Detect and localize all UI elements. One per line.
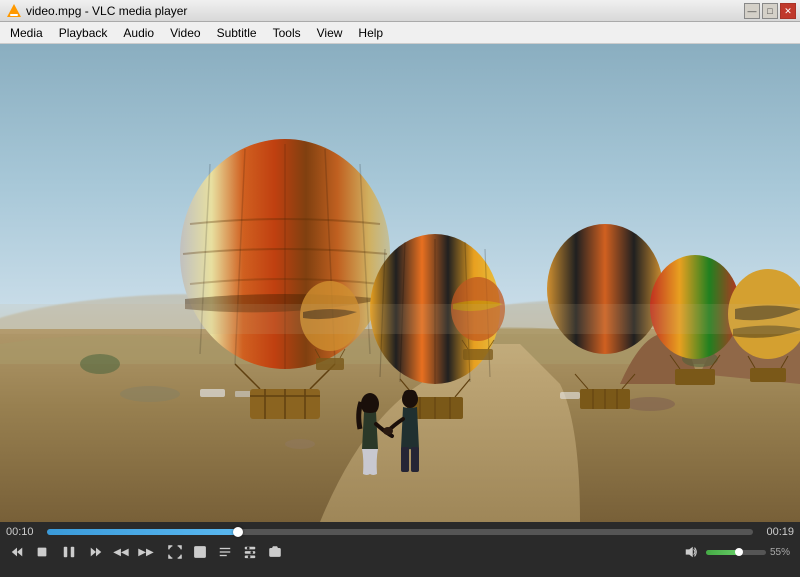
prev-button[interactable] <box>6 542 28 562</box>
volume-label: 55% <box>770 547 794 558</box>
window-title: video.mpg - VLC media player <box>26 4 794 18</box>
snapshot-button[interactable] <box>264 542 286 562</box>
menu-video[interactable]: Video <box>162 22 208 43</box>
menu-subtitle[interactable]: Subtitle <box>209 22 265 43</box>
play-pause-button[interactable] <box>56 542 82 562</box>
fullscreen-button-2[interactable] <box>189 542 211 562</box>
minimize-button[interactable]: — <box>744 3 760 19</box>
progress-bar-area: 00:10 00:19 <box>6 526 794 538</box>
faster-button[interactable]: ▶▶ <box>135 542 157 562</box>
slower-button[interactable]: ◀◀ <box>110 542 132 562</box>
menu-tools[interactable]: Tools <box>265 22 309 43</box>
progress-fill <box>47 529 238 535</box>
time-elapsed: 00:10 <box>6 526 41 538</box>
controls-bar: 00:10 00:19 ◀◀ ▶▶ <box>0 522 800 577</box>
volume-handle[interactable] <box>735 548 743 556</box>
time-remaining: 00:19 <box>759 526 794 538</box>
extended-settings-button[interactable] <box>239 542 261 562</box>
window-controls: — □ ✕ <box>744 3 796 19</box>
maximize-button[interactable]: □ <box>762 3 778 19</box>
playlist-button[interactable] <box>214 542 236 562</box>
menu-media[interactable]: Media <box>2 22 51 43</box>
menu-playback[interactable]: Playback <box>51 22 116 43</box>
menu-audio[interactable]: Audio <box>115 22 162 43</box>
volume-area: 55% <box>680 542 794 562</box>
volume-track[interactable] <box>706 550 766 555</box>
next-button[interactable] <box>85 542 107 562</box>
fullscreen-button[interactable] <box>164 542 186 562</box>
stop-button[interactable] <box>31 542 53 562</box>
buttons-row: ◀◀ ▶▶ <box>6 542 794 562</box>
menu-bar: Media Playback Audio Video Subtitle Tool… <box>0 22 800 44</box>
menu-help[interactable]: Help <box>350 22 391 43</box>
title-bar: video.mpg - VLC media player — □ ✕ <box>0 0 800 22</box>
video-display[interactable] <box>0 44 800 522</box>
menu-view[interactable]: View <box>309 22 351 43</box>
video-canvas <box>0 44 800 522</box>
progress-track[interactable] <box>47 529 753 535</box>
app-icon <box>6 3 22 19</box>
volume-button[interactable] <box>680 542 702 562</box>
close-button[interactable]: ✕ <box>780 3 796 19</box>
progress-handle[interactable] <box>233 527 243 537</box>
